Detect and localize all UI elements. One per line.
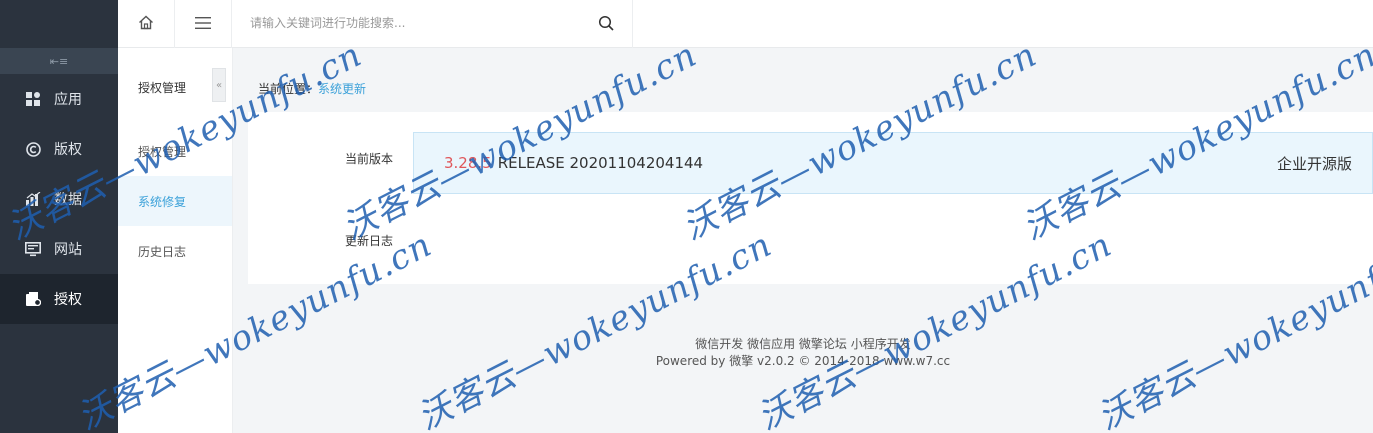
breadcrumb-prefix: 当前位置：: [258, 82, 319, 96]
sidebar-item-copyright[interactable]: 版权: [0, 124, 118, 174]
search-box: [233, 0, 633, 48]
changelog-label: 更新日志: [344, 234, 393, 248]
monitor-icon: [24, 240, 42, 258]
bar-chart-icon: [24, 190, 42, 208]
breadcrumb-current[interactable]: 系统更新: [318, 82, 366, 96]
top-bar: [118, 0, 1373, 48]
copyright-icon: [24, 140, 42, 158]
subnav-collapse-button[interactable]: «: [212, 68, 226, 102]
version-box: 3.28.5 RELEASE 20201104204144 企业开源版: [413, 132, 1373, 194]
subnav-item-history-log[interactable]: 历史日志: [118, 226, 232, 276]
license-icon: [24, 290, 42, 308]
version-number: 3.28.5: [444, 154, 492, 172]
version-panel: 当前版本 3.28.5 RELEASE 20201104204144 企业开源版…: [248, 112, 1373, 284]
search-icon[interactable]: [598, 15, 616, 33]
menu-toggle-button[interactable]: [175, 0, 232, 48]
sidebar-item-license[interactable]: 授权: [0, 274, 118, 324]
footer-links[interactable]: 微信开发 微信应用 微擎论坛 小程序开发: [233, 335, 1373, 352]
sidebar-collapse-button[interactable]: ⇤≡: [0, 48, 118, 74]
breadcrumb: 当前位置：系统更新: [258, 80, 366, 97]
sub-sidebar: 授权管理 « 授权管理 系统修复 历史日志: [118, 48, 233, 433]
footer-copyright: Powered by 微擎 v2.0.2 © 2014-2018 www.w7.…: [655, 354, 951, 368]
home-icon: [138, 15, 154, 33]
sidebar-item-label: 授权: [54, 292, 82, 308]
main-sidebar: ⇤≡ 应用 版权 数据 网站 授权: [0, 0, 118, 433]
subnav-item-system-repair[interactable]: 系统修复: [118, 176, 232, 226]
version-release: RELEASE 20201104204144: [497, 154, 704, 172]
menu-icon: [195, 16, 211, 32]
sidebar-item-label: 网站: [54, 242, 82, 258]
sidebar-item-data[interactable]: 数据: [0, 174, 118, 224]
sidebar-item-label: 版权: [54, 142, 82, 158]
sidebar-item-label: 数据: [54, 192, 82, 208]
home-button[interactable]: [118, 0, 175, 48]
version-label: 当前版本: [344, 152, 393, 166]
outdent-icon: ⇤≡: [49, 54, 69, 68]
sidebar-item-website[interactable]: 网站: [0, 224, 118, 274]
apps-icon: [24, 90, 42, 108]
sidebar-item-apps[interactable]: 应用: [0, 74, 118, 124]
logo-area: [0, 0, 118, 48]
chevron-left-icon: «: [215, 79, 223, 91]
edition-label: 企业开源版: [1276, 155, 1352, 173]
sidebar-item-label: 应用: [54, 92, 82, 108]
search-input[interactable]: [250, 0, 590, 46]
subnav-item-license-management[interactable]: 授权管理: [118, 126, 232, 176]
